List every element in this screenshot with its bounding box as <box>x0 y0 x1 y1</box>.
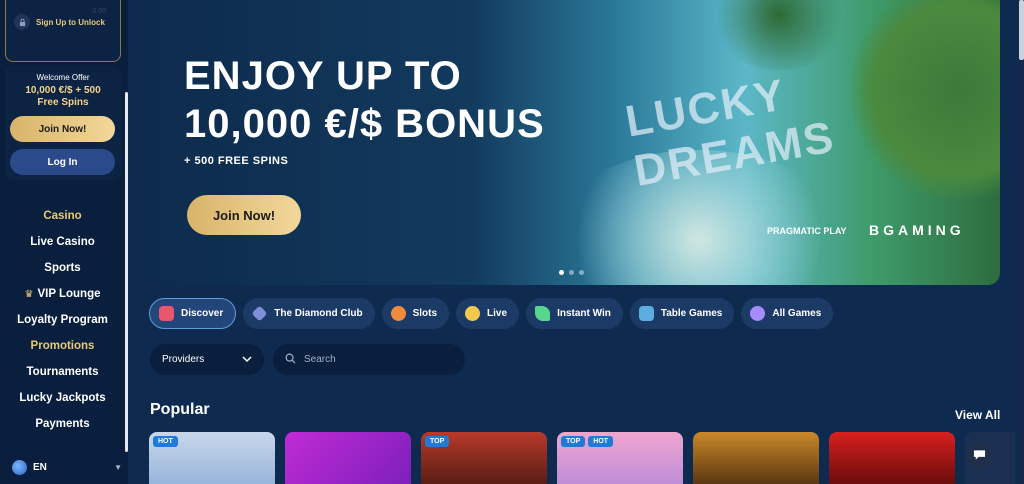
hero-title-line2: 10,000 €/$ BONUS <box>184 102 545 146</box>
live-icon <box>465 306 481 321</box>
tab-table-games[interactable]: Table Games <box>629 298 735 329</box>
chevron-down-icon: ▼ <box>114 463 122 472</box>
sidebar-item-tournaments[interactable]: Tournaments <box>0 359 125 385</box>
game-badge: TOP <box>561 436 586 447</box>
game-card[interactable] <box>285 432 411 484</box>
sidebar-item-label: Live Casino <box>30 236 95 248</box>
game-badge: TOP <box>425 436 450 447</box>
tab-slots[interactable]: Slots <box>381 298 450 329</box>
unlock-row[interactable]: Sign Up to Unlock <box>14 14 105 30</box>
language-label: EN <box>33 462 47 473</box>
welcome-offer-line2: Free Spins <box>37 97 89 108</box>
category-tabs: Discover The Diamond Club Slots Live Ins… <box>149 298 834 329</box>
tab-label: Live <box>487 308 508 319</box>
tab-label: The Diamond Club <box>274 308 363 319</box>
lock-icon <box>14 14 30 30</box>
tab-label: Discover <box>181 308 224 319</box>
all-games-icon <box>750 306 766 321</box>
hero-banner[interactable]: ENJOY UP TO 10,000 €/$ BONUS + 500 FREE … <box>149 0 1000 285</box>
carousel-dot[interactable] <box>579 270 584 275</box>
crown-icon: ♛ <box>24 288 34 300</box>
sidebar-item-label: Loyalty Program <box>17 314 108 326</box>
hero-subtitle: + 500 FREE SPINS <box>184 155 289 167</box>
providers-label: Providers <box>162 354 205 365</box>
view-all-link[interactable]: View All <box>955 408 1000 422</box>
tab-label: Table Games <box>660 308 723 319</box>
game-card[interactable]: TOP <box>421 432 547 484</box>
tab-label: Slots <box>412 308 438 319</box>
unlock-label: Sign Up to Unlock <box>36 17 105 27</box>
sidebar-item-lucky-jackpots[interactable]: Lucky Jackpots <box>0 385 125 411</box>
hero-join-button[interactable]: Join Now! <box>187 195 301 235</box>
hero-island-decoration <box>849 0 1000 200</box>
game-card[interactable]: HOT <box>149 432 275 484</box>
game-card-badges: HOT <box>153 436 178 447</box>
carousel-dot[interactable] <box>569 270 574 275</box>
sidebar-join-button[interactable]: Join Now! <box>10 116 115 142</box>
tab-diamond-club[interactable]: The Diamond Club <box>243 298 375 329</box>
sidebar-item-loyalty-program[interactable]: Loyalty Program <box>0 307 125 333</box>
cards-icon <box>638 306 654 321</box>
tab-all-games[interactable]: All Games <box>741 298 834 329</box>
welcome-offer-line1: 10,000 €/$ + 500 <box>25 85 101 96</box>
sidebar-item-label: Tournaments <box>26 366 99 378</box>
slots-icon <box>390 306 406 321</box>
providers-dropdown[interactable]: Providers <box>150 344 264 375</box>
sidebar-login-button[interactable]: Log In <box>10 149 115 175</box>
popular-section-title: Popular <box>150 401 210 418</box>
sidebar-item-live-casino[interactable]: Live Casino <box>0 229 125 255</box>
tab-discover[interactable]: Discover <box>149 298 237 329</box>
sidebar-item-payments[interactable]: Payments <box>0 411 125 437</box>
sidebar-scrollbar[interactable] <box>125 92 128 452</box>
tab-label: Instant Win <box>557 308 611 319</box>
hero-title: ENJOY UP TO 10,000 €/$ BONUS <box>184 52 545 148</box>
tab-label: All Games <box>772 308 822 319</box>
sidebar-item-sports[interactable]: Sports <box>0 255 125 281</box>
discover-icon <box>159 306 174 321</box>
search-box[interactable] <box>273 344 465 375</box>
carousel-dots <box>559 270 584 275</box>
sidebar-item-label: Lucky Jackpots <box>19 392 106 404</box>
hero-title-line1: ENJOY UP TO <box>184 54 462 98</box>
tab-live[interactable]: Live <box>456 298 520 329</box>
bgaming-logo: BGAMING <box>869 222 965 238</box>
tab-instant-win[interactable]: Instant Win <box>526 298 623 329</box>
language-selector[interactable]: EN ▼ <box>12 460 122 475</box>
unlock-card[interactable]: 0.00 Sign Up to Unlock <box>5 0 121 62</box>
chat-icon[interactable] <box>966 442 992 468</box>
search-input[interactable] <box>304 354 444 365</box>
globe-icon <box>12 460 27 475</box>
sidebar-nav: Casino Live Casino Sports ♛ VIP Lounge Lo… <box>0 203 125 437</box>
welcome-offer-amount: 10,000 €/$ + 500 Free Spins <box>5 85 121 109</box>
hero-island-decoration <box>709 0 849 70</box>
sidebar-item-label: Payments <box>35 418 90 430</box>
carousel-dot[interactable] <box>559 270 564 275</box>
game-badge: HOT <box>153 436 178 447</box>
sidebar-item-label: VIP Lounge <box>37 288 101 300</box>
game-card[interactable] <box>693 432 819 484</box>
sidebar-item-promotions[interactable]: Promotions <box>0 333 125 359</box>
search-icon <box>285 351 296 369</box>
diamond-icon <box>251 305 268 322</box>
page-scrollbar-thumb[interactable] <box>1019 0 1024 60</box>
sidebar-item-vip-lounge[interactable]: ♛ VIP Lounge <box>0 281 125 307</box>
rocket-icon <box>535 306 551 321</box>
sidebar-item-label: Sports <box>44 262 81 274</box>
game-badge: HOT <box>588 436 614 447</box>
chevron-down-icon <box>242 354 252 365</box>
sidebar-item-label: Casino <box>43 210 82 222</box>
game-card-badges: TOP HOT <box>561 436 614 447</box>
page-scrollbar[interactable] <box>1019 0 1024 484</box>
game-card-badges: TOP <box>425 436 450 447</box>
game-card[interactable] <box>829 432 955 484</box>
sidebar: 0.00 Sign Up to Unlock Welcome Offer 10,… <box>0 0 128 484</box>
game-card[interactable]: TOP HOT <box>557 432 683 484</box>
welcome-offer-title: Welcome Offer <box>36 73 90 82</box>
sidebar-item-casino[interactable]: Casino <box>0 203 125 229</box>
popular-games-row: HOT TOP TOP HOT <box>149 432 1015 484</box>
sidebar-item-label: Promotions <box>30 340 95 352</box>
pragmatic-play-logo: PRAGMATIC PLAY <box>767 226 847 236</box>
